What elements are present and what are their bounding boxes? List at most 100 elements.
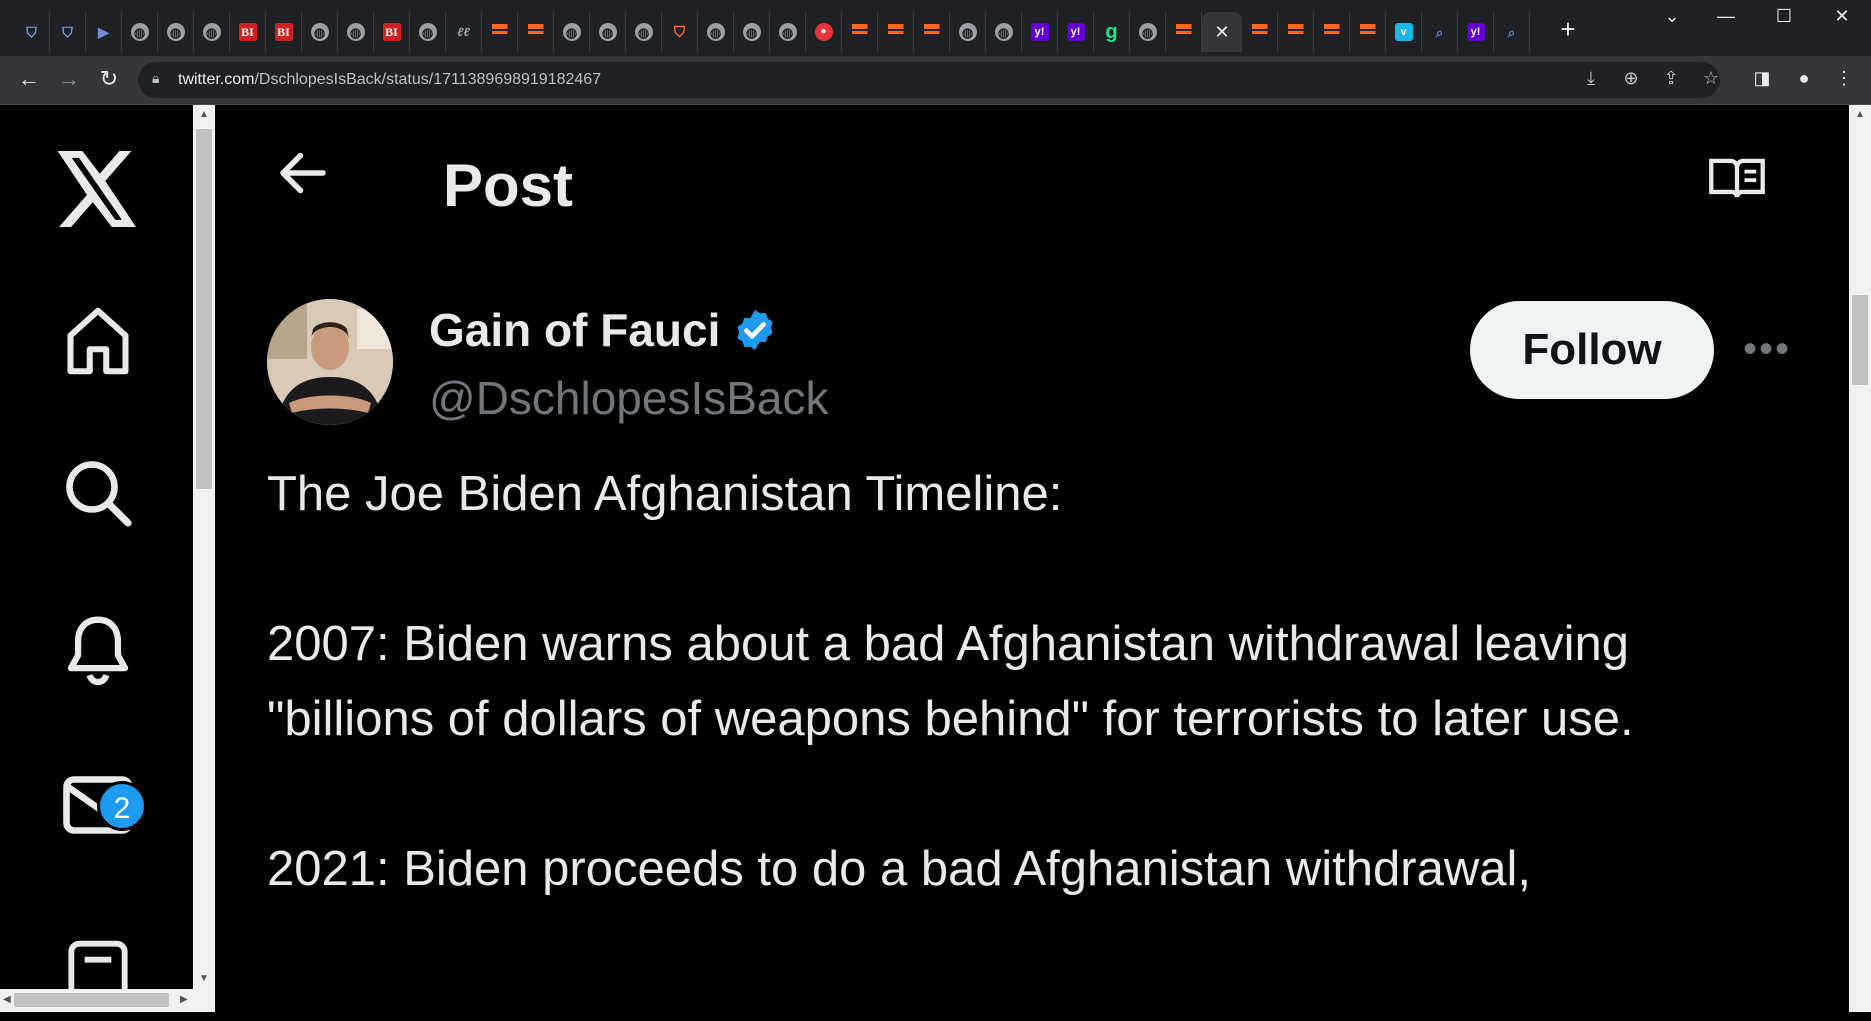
notifications-bell-icon[interactable] (50, 603, 146, 699)
ab-icon: ℓℓ (457, 25, 470, 39)
lock-icon: 🔒︎ (152, 70, 160, 86)
browser-tab[interactable]: ◍ (302, 12, 338, 52)
scroll-down-icon[interactable]: ▼ (199, 973, 209, 984)
install-app-icon[interactable]: ⤓ (1578, 68, 1604, 89)
browser-tab[interactable]: ⌕ (1494, 12, 1530, 52)
browser-tab[interactable]: ◍ (950, 12, 986, 52)
reader-mode-icon[interactable] (1707, 153, 1767, 203)
side-panel-icon[interactable]: ◨ (1748, 68, 1776, 89)
left-horizontal-scrollbar[interactable]: ◀ ▶ (0, 989, 193, 1012)
reload-icon[interactable]: ↻ (94, 66, 124, 92)
forward-nav-icon[interactable]: → (54, 66, 84, 92)
x-logo-icon[interactable] (50, 141, 146, 237)
browser-tab[interactable]: ◍ (770, 12, 806, 52)
verified-badge-icon (737, 309, 774, 351)
browser-tab[interactable]: ◍ (410, 12, 446, 52)
browser-tab[interactable] (1242, 12, 1278, 52)
browser-tab[interactable]: ◍ (554, 12, 590, 52)
search-icon: ⌕ (1435, 24, 1444, 40)
twitter-page: 2 ◀ ▶ ▲ ▼ Post Gain of Fauci @DschlopesI… (0, 105, 1871, 1012)
browser-tab[interactable]: ◍ (590, 12, 626, 52)
minimize-icon[interactable]: — (1706, 6, 1746, 27)
author-name[interactable]: Gain of Fauci (429, 303, 778, 357)
browser-tab[interactable]: ◍ (986, 12, 1022, 52)
new-tab-button[interactable]: + (1550, 14, 1586, 45)
scroll-up-icon[interactable]: ▲ (199, 109, 209, 120)
browser-tab[interactable]: v (1386, 12, 1422, 52)
substack-icon (1359, 24, 1376, 40)
left-vertical-scrollbar[interactable]: ▲ ▼ (193, 105, 215, 1012)
globe-icon: ◍ (130, 23, 149, 41)
scroll-left-icon[interactable]: ◀ (3, 994, 11, 1005)
browser-tab[interactable]: ◍ (734, 12, 770, 52)
author-handle[interactable]: @DschlopesIsBack (429, 371, 829, 425)
close-icon[interactable]: ✕ (1214, 22, 1229, 43)
browser-tab[interactable]: ◍ (1130, 12, 1166, 52)
tab-search-icon[interactable]: ⌄ (1652, 6, 1692, 27)
browser-tab[interactable]: ◍ (698, 12, 734, 52)
scrollbar-thumb[interactable] (196, 129, 212, 489)
browser-tab[interactable]: ℓℓ (446, 12, 482, 52)
browser-tab[interactable]: ✕ (1202, 12, 1242, 52)
window-close-icon[interactable]: ✕ (1822, 6, 1862, 27)
browser-tab[interactable]: ◍ (158, 12, 194, 52)
search-icon: ⌕ (1507, 24, 1516, 40)
browser-tab[interactable]: y! (1022, 12, 1058, 52)
menu-kebab-icon[interactable]: ⋮ (1830, 68, 1858, 89)
zoom-icon[interactable]: ⊕ (1618, 68, 1644, 89)
browser-tab[interactable]: y! (1058, 12, 1094, 52)
browser-tab[interactable]: ● (806, 12, 842, 52)
globe-icon: ◍ (706, 23, 725, 41)
browser-tab[interactable] (914, 12, 950, 52)
yahoo-icon: y! (1466, 23, 1485, 41)
back-nav-icon[interactable]: ← (14, 66, 44, 92)
follow-button[interactable]: Follow (1470, 301, 1714, 399)
browser-tab[interactable]: ▶ (86, 12, 122, 52)
browser-tab[interactable] (1314, 12, 1350, 52)
browser-tab[interactable]: ⛉ (662, 12, 698, 52)
address-bar[interactable]: 🔒︎ twitter.com/DschlopesIsBack/status/17… (138, 62, 1720, 98)
home-icon[interactable] (50, 293, 146, 389)
browser-tab[interactable]: g (1094, 12, 1130, 52)
browser-tab[interactable] (842, 12, 878, 52)
browser-tab[interactable]: ◍ (338, 12, 374, 52)
globe-icon: ◍ (418, 23, 437, 41)
browser-tab[interactable] (1350, 12, 1386, 52)
browser-tab[interactable]: ◍ (122, 12, 158, 52)
profile-icon[interactable]: ● (1790, 68, 1818, 89)
share-icon[interactable]: ⇪ (1658, 68, 1684, 89)
browser-tab[interactable] (1166, 12, 1202, 52)
bi-icon: BI (238, 23, 257, 41)
browser-tab[interactable] (878, 12, 914, 52)
browser-tab[interactable]: BI (266, 12, 302, 52)
bookmark-star-icon[interactable]: ☆ (1698, 68, 1724, 89)
scroll-right-icon[interactable]: ▶ (180, 994, 188, 1005)
bi-icon: BI (274, 23, 293, 41)
back-arrow-icon[interactable] (273, 143, 333, 203)
scrollbar-thumb[interactable] (1852, 295, 1868, 385)
shield-icon: ⛉ (62, 24, 73, 40)
globe-icon: ◍ (994, 23, 1013, 41)
right-vertical-scrollbar[interactable]: ▲ (1849, 105, 1871, 1012)
browser-tab[interactable] (482, 12, 518, 52)
browser-tab[interactable] (518, 12, 554, 52)
browser-tab[interactable]: ⛉ (14, 12, 50, 52)
more-options-icon[interactable]: ••• (1743, 327, 1791, 372)
scroll-up-icon[interactable]: ▲ (1855, 109, 1865, 120)
scrollbar-thumb[interactable] (14, 993, 169, 1007)
browser-tab[interactable]: ⌕ (1422, 12, 1458, 52)
browser-tab[interactable]: ◍ (626, 12, 662, 52)
avatar[interactable] (267, 299, 393, 425)
maximize-icon[interactable]: ☐ (1764, 6, 1804, 27)
left-nav: 2 ◀ ▶ (0, 105, 193, 1012)
browser-tab[interactable]: ⛉ (50, 12, 86, 52)
browser-tab[interactable] (1278, 12, 1314, 52)
mic-icon: ● (814, 23, 833, 41)
browser-tab[interactable]: ◍ (194, 12, 230, 52)
browser-tab[interactable]: y! (1458, 12, 1494, 52)
browser-tab[interactable]: BI (230, 12, 266, 52)
search-icon[interactable] (50, 445, 146, 541)
browser-tab[interactable]: BI (374, 12, 410, 52)
substack-icon (1251, 24, 1268, 40)
